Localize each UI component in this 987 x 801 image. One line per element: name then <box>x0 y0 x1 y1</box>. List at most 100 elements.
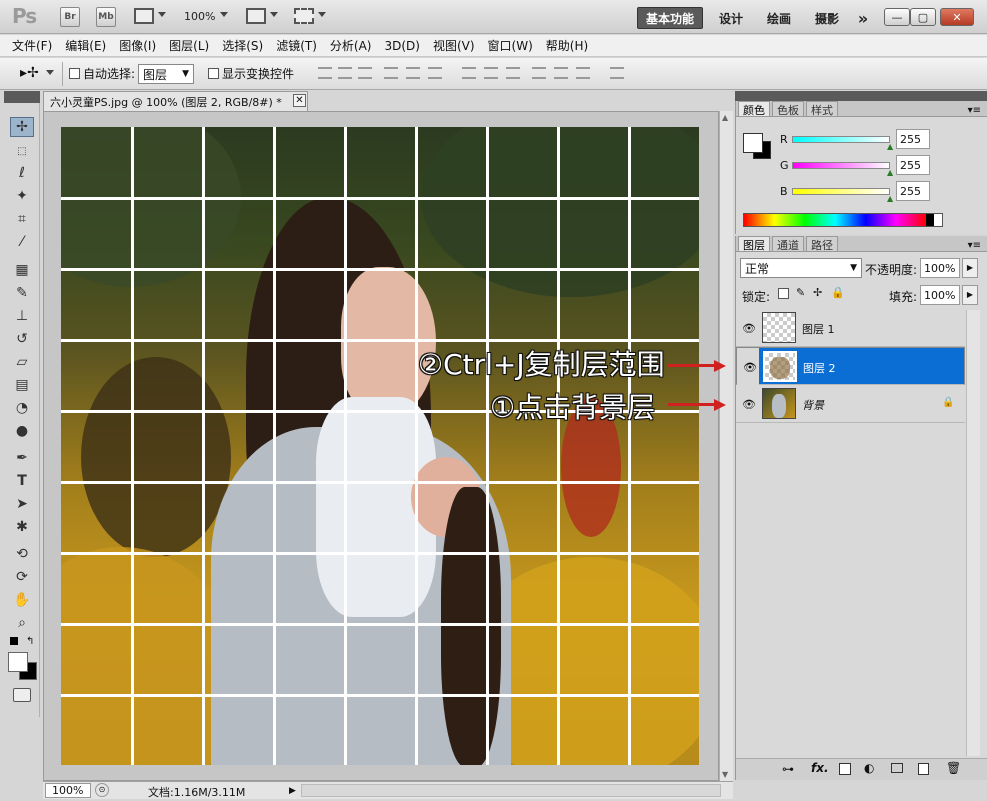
menu-analysis[interactable]: 分析(A) <box>330 37 372 54</box>
document-tab[interactable]: 六小灵童PS.jpg @ 100% (图层 2, RGB/8#) * <box>43 91 308 111</box>
menu-file[interactable]: 文件(F) <box>12 37 52 54</box>
gradient-tool-icon[interactable]: ▤ <box>10 375 34 395</box>
close-button[interactable]: ✕ <box>940 8 974 26</box>
tab-swatches[interactable]: 色板 <box>772 101 804 117</box>
marquee-tool-icon[interactable]: ⬚ <box>10 141 34 161</box>
swap-colors-icon[interactable]: ↰ <box>26 636 34 647</box>
distribute-bottom-icon[interactable] <box>506 67 520 79</box>
align-left-icon[interactable] <box>384 67 398 79</box>
vertical-scrollbar[interactable]: ▲ ▼ <box>719 111 733 781</box>
lock-position-icon[interactable]: ✢ <box>813 286 822 299</box>
lock-image-icon[interactable]: ✎ <box>796 286 805 299</box>
mini-bridge-button[interactable]: Mb <box>96 7 116 27</box>
chevron-down-icon[interactable] <box>318 12 326 17</box>
foreground-color-swatch[interactable] <box>743 133 763 153</box>
scroll-up-icon[interactable]: ▲ <box>722 113 728 122</box>
layer-row[interactable]: 👁 图层 1 <box>736 309 965 347</box>
lock-transparent-icon[interactable] <box>778 288 789 299</box>
red-value-input[interactable]: 255 <box>896 129 930 149</box>
eyedropper-tool-icon[interactable]: ⁄ <box>10 232 34 252</box>
layer-row[interactable]: 👁 背景 🔒 <box>736 385 965 423</box>
maximize-button[interactable]: ▢ <box>910 8 936 26</box>
toolbox-header[interactable] <box>4 91 40 103</box>
distribute-horizontal-center-icon[interactable] <box>554 67 568 79</box>
panel-menu-icon[interactable]: ▾≡ <box>968 240 981 251</box>
menu-filter[interactable]: 滤镜(T) <box>276 37 317 54</box>
custom-shape-tool-icon[interactable]: ✱ <box>10 517 34 537</box>
view-extras-icon[interactable] <box>134 8 154 24</box>
history-brush-tool-icon[interactable]: ↺ <box>10 329 34 349</box>
horizontal-scrollbar[interactable] <box>301 784 721 797</box>
tab-layers[interactable]: 图层 <box>738 236 770 252</box>
magic-wand-tool-icon[interactable]: ✦ <box>10 186 34 206</box>
slider-thumb-icon[interactable]: ▲ <box>887 194 893 203</box>
workspace-essentials-button[interactable]: 基本功能 <box>637 7 703 29</box>
workspace-photography-button[interactable]: 摄影 <box>808 7 846 29</box>
menu-layer[interactable]: 图层(L) <box>169 37 209 54</box>
fill-slider-button[interactable]: ▶ <box>962 285 978 305</box>
blend-mode-select[interactable]: 正常 ▼ <box>740 258 862 278</box>
blue-slider[interactable] <box>792 188 890 195</box>
bridge-button[interactable]: Br <box>60 7 80 27</box>
visibility-eye-icon[interactable]: 👁 <box>737 348 759 386</box>
auto-select-checkbox[interactable] <box>69 68 80 79</box>
adjustment-layer-icon[interactable]: ◐ <box>864 761 874 775</box>
link-layers-icon[interactable]: ⊶ <box>782 762 794 776</box>
panel-dock-header[interactable] <box>735 91 987 101</box>
chevron-down-icon[interactable] <box>270 12 278 17</box>
menu-view[interactable]: 视图(V) <box>433 37 475 54</box>
document-photo[interactable] <box>61 127 699 765</box>
brush-tool-icon[interactable]: ✎ <box>10 283 34 303</box>
distribute-right-icon[interactable] <box>576 67 590 79</box>
hand-tool-icon[interactable]: ✋ <box>10 590 34 610</box>
default-colors-icon[interactable] <box>10 637 18 645</box>
slider-thumb-icon[interactable]: ▲ <box>887 168 893 177</box>
3d-rotate-tool-icon[interactable]: ⟲ <box>10 544 34 564</box>
distribute-top-icon[interactable] <box>462 67 476 79</box>
zoom-level-select[interactable]: 100% <box>184 10 215 23</box>
delete-layer-icon[interactable]: 🗑 <box>946 761 961 775</box>
workspace-design-button[interactable]: 设计 <box>712 7 750 29</box>
visibility-eye-icon[interactable]: 👁 <box>742 398 756 411</box>
clone-stamp-tool-icon[interactable]: ⊥ <box>10 306 34 326</box>
blur-tool-icon[interactable]: ◔ <box>10 398 34 418</box>
opacity-input[interactable]: 100% <box>920 258 960 278</box>
auto-align-layers-icon[interactable] <box>610 67 624 79</box>
lock-all-icon[interactable]: 🔒 <box>831 286 845 299</box>
zoom-tool-icon[interactable]: ⌕ <box>10 613 34 633</box>
screen-mode-icon[interactable] <box>294 8 314 24</box>
green-value-input[interactable]: 255 <box>896 155 930 175</box>
scroll-down-icon[interactable]: ▼ <box>722 770 728 779</box>
zoom-field[interactable]: 100% <box>45 783 91 798</box>
menu-window[interactable]: 窗口(W) <box>488 37 533 54</box>
eraser-tool-icon[interactable]: ▱ <box>10 352 34 372</box>
path-selection-tool-icon[interactable]: ➤ <box>10 494 34 514</box>
menu-image[interactable]: 图像(I) <box>119 37 156 54</box>
menu-select[interactable]: 选择(S) <box>222 37 263 54</box>
new-group-icon[interactable] <box>891 763 903 773</box>
fill-input[interactable]: 100% <box>920 285 960 305</box>
menu-edit[interactable]: 编辑(E) <box>65 37 106 54</box>
chevron-right-icon[interactable]: ▶ <box>289 786 296 796</box>
crop-tool-icon[interactable]: ⌗ <box>10 209 34 229</box>
add-mask-icon[interactable] <box>839 763 851 775</box>
type-tool-icon[interactable]: T <box>10 471 34 491</box>
dodge-tool-icon[interactable]: ● <box>10 421 34 441</box>
close-icon[interactable]: ✕ <box>293 94 306 107</box>
blue-value-input[interactable]: 255 <box>896 181 930 201</box>
show-transform-checkbox[interactable] <box>208 68 219 79</box>
lasso-tool-icon[interactable]: ℓ <box>10 163 34 183</box>
arrange-documents-icon[interactable] <box>246 8 266 24</box>
layer-row-selected[interactable]: 👁 图层 2 <box>736 347 965 386</box>
more-workspaces-icon[interactable]: » <box>852 7 874 29</box>
minimize-button[interactable]: — <box>884 8 910 26</box>
workspace-painting-button[interactable]: 绘画 <box>760 7 798 29</box>
new-layer-icon[interactable] <box>918 763 929 775</box>
tab-color[interactable]: 颜色 <box>738 101 770 117</box>
move-tool-preset-icon[interactable]: ▸✢ <box>20 65 39 81</box>
menu-3d[interactable]: 3D(D) <box>384 39 419 53</box>
color-spectrum-ramp[interactable] <box>743 213 943 227</box>
quick-mask-icon[interactable] <box>13 688 31 702</box>
slider-thumb-icon[interactable]: ▲ <box>887 142 893 151</box>
opacity-slider-button[interactable]: ▶ <box>962 258 978 278</box>
